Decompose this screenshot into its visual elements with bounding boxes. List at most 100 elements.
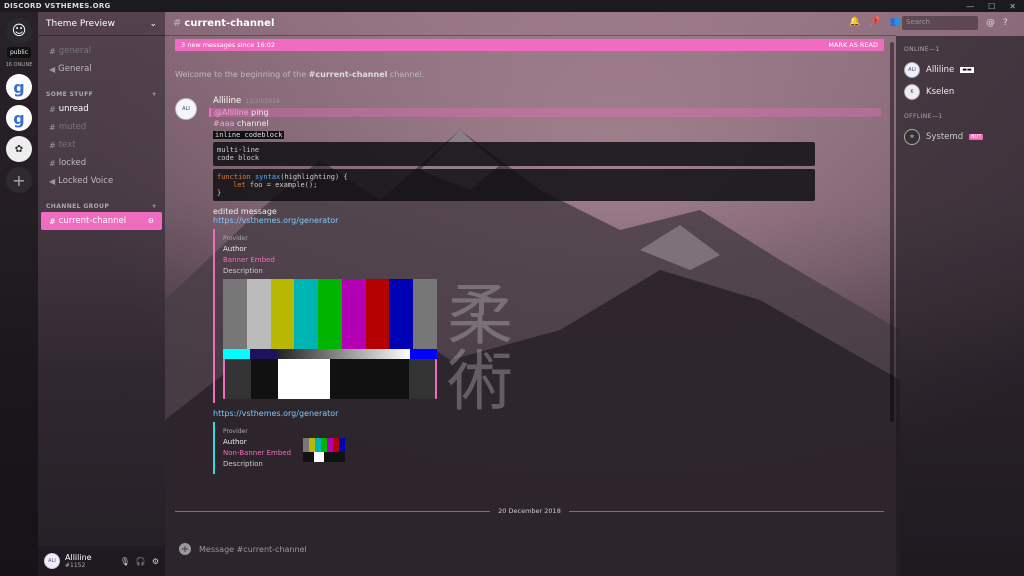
maximize-icon[interactable]: ☐ xyxy=(988,2,995,11)
role-tag: ▬▬ xyxy=(960,67,974,73)
mark-as-read-button[interactable]: MARK AS READ xyxy=(828,41,878,49)
member-list: ONLINE—1 ALI Alliline ▬▬ K Kselen OFFLINE—1… xyxy=(896,36,1024,576)
username: Alliline xyxy=(65,553,92,562)
channel-settings-icon[interactable]: ⚙ xyxy=(148,217,154,225)
server-name: Theme Preview xyxy=(46,18,115,29)
hash-icon: # xyxy=(173,18,182,29)
message-timestamp: 12/20/2018 xyxy=(245,98,280,105)
channel-general[interactable]: # general xyxy=(41,42,162,60)
discord-home-icon[interactable]: ☺ xyxy=(6,18,32,44)
avatar: ALI xyxy=(904,62,920,78)
category-channel-group[interactable]: CHANNEL GROUP + xyxy=(38,200,165,212)
channel-mention[interactable]: #aaa xyxy=(213,119,234,128)
channel-muted[interactable]: # muted xyxy=(41,118,162,136)
message-link-2[interactable]: https://vsthemes.org/generator xyxy=(213,409,853,418)
channel-text[interactable]: # text xyxy=(41,136,162,154)
date-divider: 20 December 2018 xyxy=(175,507,884,515)
guild-sidebar: ☺ public 16 ONLINE g g ✿ + xyxy=(0,12,38,576)
online-count: 16 ONLINE xyxy=(5,62,33,68)
member-item[interactable]: ✲ Systemd BOT xyxy=(904,126,1016,148)
lock-hash-icon: # xyxy=(49,158,56,168)
voice-channel-locked[interactable]: ◀ Locked Voice xyxy=(41,172,162,190)
scrollbar[interactable] xyxy=(890,42,894,422)
microphone-icon[interactable]: 🎙 xyxy=(120,557,130,566)
online-header: ONLINE—1 xyxy=(904,46,940,53)
member-item[interactable]: K Kselen xyxy=(904,81,1016,103)
channel-current-channel[interactable]: # current-channel ⚙ xyxy=(41,212,162,230)
inline-code-message: inline codeblock xyxy=(213,131,285,139)
channel-unread[interactable]: # unread xyxy=(41,100,162,118)
hash-icon: # xyxy=(49,104,56,114)
message-input[interactable]: Message #current-channel xyxy=(199,545,307,554)
lock-speaker-icon: ◀ xyxy=(49,176,56,186)
upload-plus-icon[interactable]: + xyxy=(179,543,191,555)
syntax-code-block: function syntax(highlighting) { let foo … xyxy=(213,169,815,201)
server-icon-anime[interactable]: ✿ xyxy=(6,136,32,162)
new-messages-bar[interactable]: 3 new messages since 16:02 MARK AS READ xyxy=(175,39,884,51)
window-title: DISCORD VSTHEMES.ORG xyxy=(4,2,111,10)
channel-mention-message: #aaa channel xyxy=(213,119,269,128)
embed-provider[interactable]: Provider xyxy=(223,233,845,244)
window-titlebar: DISCORD VSTHEMES.ORG — ☐ ✕ xyxy=(0,0,1024,12)
category-some-stuff[interactable]: SOME STUFF + xyxy=(38,88,165,100)
avatar[interactable]: ALI xyxy=(175,98,197,120)
hash-icon: # xyxy=(49,216,56,226)
header-toolbar: 🔔 📌 👥 xyxy=(849,17,901,27)
embed-title[interactable]: Banner Embed xyxy=(223,255,845,266)
at-mentions-icon[interactable]: @ xyxy=(986,18,995,28)
add-server-icon[interactable]: + xyxy=(6,167,32,193)
mention-message: @Alliline ping xyxy=(209,108,881,117)
channel-sidebar: Theme Preview ⌄ # general ◀ General SOME S… xyxy=(38,12,165,576)
speaker-icon: ◀ xyxy=(49,64,56,74)
server-icon-g2[interactable]: g xyxy=(6,105,32,131)
user-panel: ALI Alliline #1152 🎙 🎧 ⚙ xyxy=(38,546,165,576)
avatar[interactable]: ALI xyxy=(44,553,60,569)
hash-icon: # xyxy=(49,46,56,56)
avatar: K xyxy=(904,84,920,100)
user-tag: #1152 xyxy=(65,562,86,569)
server-icon-g1[interactable]: g xyxy=(6,74,32,100)
user-mention[interactable]: @Alliline xyxy=(214,108,249,117)
channel-locked[interactable]: # locked xyxy=(41,154,162,172)
embed-provider[interactable]: Provider xyxy=(223,426,845,437)
message-composer: + Message #current-channel xyxy=(175,538,884,560)
banner-embed: Provider Author Banner Embed Description xyxy=(213,229,853,403)
pin-icon[interactable]: 📌 xyxy=(869,17,880,27)
headphones-icon[interactable]: 🎧 xyxy=(136,557,146,566)
edited-message: edited message xyxy=(213,207,277,216)
add-channel-icon[interactable]: + xyxy=(152,91,157,98)
chat-area: # current-channel 🔔 📌 👥 3 new messages s… xyxy=(165,12,901,576)
header-search-area: Search @ ? xyxy=(902,16,1008,30)
message-link[interactable]: https://vsthemes.org/generator xyxy=(213,216,853,225)
public-badge: public xyxy=(6,47,32,58)
offline-header: OFFLINE—1 xyxy=(904,113,943,120)
new-messages-text: 3 new messages since 16:02 xyxy=(181,41,276,49)
message-author: Alliline 12/20/2018 xyxy=(213,96,280,106)
search-input[interactable]: Search xyxy=(902,16,978,30)
minimize-icon[interactable]: — xyxy=(966,2,974,11)
bot-badge: BOT xyxy=(969,134,984,140)
bell-icon[interactable]: 🔔 xyxy=(849,17,860,27)
voice-channel-general[interactable]: ◀ General xyxy=(41,60,162,78)
gear-icon[interactable]: ⚙ xyxy=(152,557,159,566)
embed-description: Description xyxy=(223,267,263,275)
server-header[interactable]: Theme Preview ⌄ xyxy=(38,12,165,36)
chat-header: # current-channel xyxy=(165,12,896,36)
channel-title: current-channel xyxy=(184,18,275,29)
embed-author[interactable]: Author xyxy=(223,244,845,255)
window-controls: — ☐ ✕ xyxy=(966,2,1020,11)
channel-welcome: Welcome to the beginning of the #current… xyxy=(175,70,425,79)
close-icon[interactable]: ✕ xyxy=(1009,2,1016,11)
test-pattern-image[interactable] xyxy=(223,279,438,399)
chevron-down-icon: ⌄ xyxy=(149,18,157,29)
code-block: multi-line code block xyxy=(213,142,815,166)
add-channel-icon[interactable]: + xyxy=(152,203,157,210)
hash-icon: # xyxy=(49,122,56,132)
test-pattern-thumbnail[interactable] xyxy=(303,438,345,462)
gear-avatar-icon: ✲ xyxy=(904,129,920,145)
members-icon[interactable]: 👥 xyxy=(889,17,900,27)
help-icon[interactable]: ? xyxy=(1003,18,1008,28)
member-item[interactable]: ALI Alliline ▬▬ xyxy=(904,59,1016,81)
non-banner-embed: Provider Author Non-Banner Embed Descrip… xyxy=(213,422,853,474)
hash-icon: # xyxy=(49,140,56,150)
